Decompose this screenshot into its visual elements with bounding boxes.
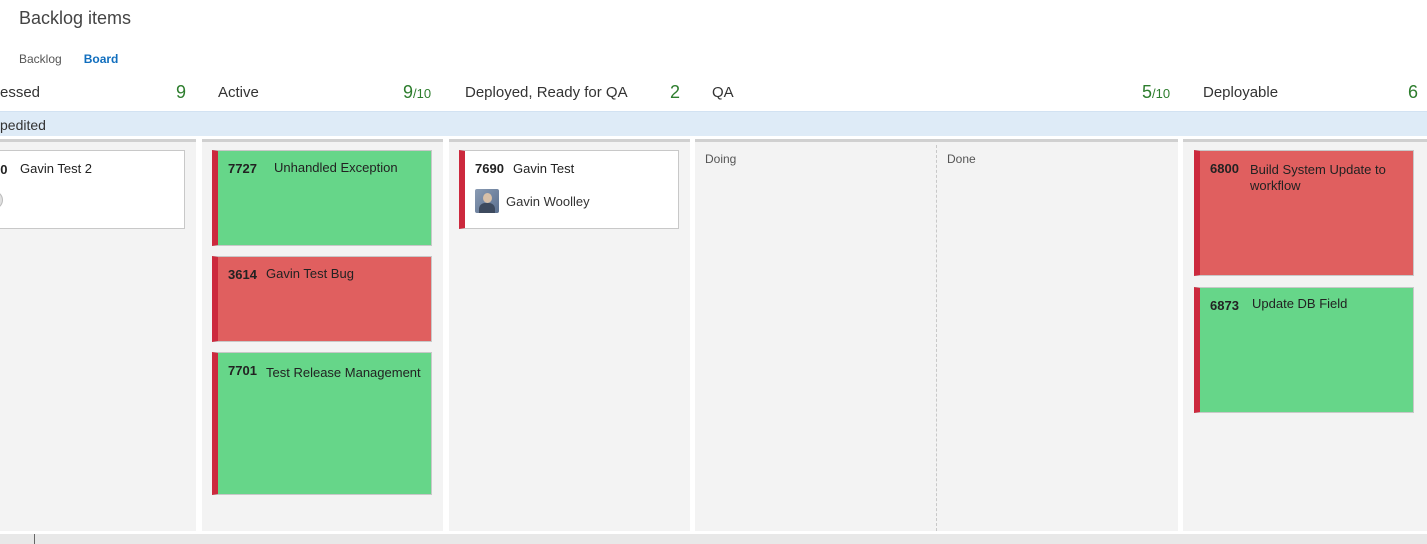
tab-board[interactable]: Board [84, 52, 119, 66]
card-title[interactable]: Test Release Management [266, 365, 421, 381]
card-assignee[interactable]: Gavin Woolley [506, 194, 590, 209]
card-id: 6873 [1210, 298, 1239, 313]
card-work-item[interactable]: 6873 Update DB Field [1194, 287, 1414, 413]
avatar-head [483, 193, 492, 203]
card-title[interactable]: Gavin Test Bug [266, 266, 354, 282]
page-title: Backlog items [19, 8, 132, 28]
column-count: 6 [1408, 82, 1419, 102]
card-title[interactable]: Unhandled Exception [274, 160, 398, 176]
swimlane-label: pedited [0, 117, 46, 133]
card-work-item[interactable]: 6800 Build System Update to workflow [1194, 150, 1414, 276]
swimlane-header-expedited[interactable]: pedited [0, 111, 1427, 136]
card-work-item[interactable]: 3614 Gavin Test Bug [212, 256, 432, 342]
subcolumn-done-label: Done [947, 152, 976, 166]
card-title[interactable]: Build System Update to workflow [1250, 162, 1410, 194]
column-count-value: 9 [403, 82, 414, 102]
column-count: 9 [176, 82, 187, 102]
card-id: 7727 [228, 161, 257, 176]
column-name: essed [0, 84, 41, 101]
next-swimlane-strip [0, 534, 1427, 544]
column-header-deployable[interactable]: Deployable 6 [1203, 80, 1427, 108]
card-id: 7690 [475, 161, 504, 176]
avatar-body [479, 203, 495, 213]
column-name: Active [218, 84, 259, 101]
card-title[interactable]: Update DB Field [1252, 296, 1347, 312]
avatar-icon [475, 189, 499, 213]
column-header-processed[interactable]: essed 9 [0, 80, 196, 108]
subcolumn-divider [936, 145, 937, 531]
card-work-item[interactable]: 7727 Unhandled Exception [212, 150, 432, 246]
column-body-qa: Doing Done [695, 139, 1178, 531]
avatar-icon [0, 191, 3, 209]
card-title[interactable]: Gavin Test [513, 161, 574, 177]
card-id: 30 [0, 162, 8, 177]
column-header-qa[interactable]: QA 5/10 [712, 80, 1177, 108]
card-work-item[interactable]: 30 Gavin Test 2 [0, 150, 185, 229]
card-work-item[interactable]: 7690 Gavin Test Gavin Woolley [459, 150, 679, 229]
column-count: 5/10 [1142, 82, 1170, 103]
kanban-board-page: Backlog items Backlog Board essed 9 Acti… [0, 0, 1427, 544]
divider [34, 534, 35, 544]
column-name: QA [712, 84, 734, 101]
column-wip-limit: /10 [1152, 86, 1171, 101]
column-name: Deployed, Ready for QA [465, 84, 628, 101]
subcolumn-doing-label: Doing [705, 152, 737, 166]
card-id: 6800 [1210, 161, 1239, 176]
card-id: 7701 [228, 363, 257, 378]
column-count: 9/10 [403, 82, 431, 103]
column-count-value: 5 [1142, 82, 1153, 102]
column-wip-limit: /10 [413, 86, 432, 101]
column-header-deployed[interactable]: Deployed, Ready for QA 2 [465, 80, 685, 108]
column-name: Deployable [1203, 84, 1279, 101]
tab-backlog[interactable]: Backlog [19, 52, 62, 66]
card-title[interactable]: Gavin Test 2 [20, 161, 92, 177]
card-work-item[interactable]: 7701 Test Release Management [212, 352, 432, 495]
column-count: 2 [670, 82, 681, 102]
column-header-active[interactable]: Active 9/10 [218, 80, 438, 108]
card-id: 3614 [228, 267, 257, 282]
view-tabs: Backlog Board [19, 52, 118, 66]
